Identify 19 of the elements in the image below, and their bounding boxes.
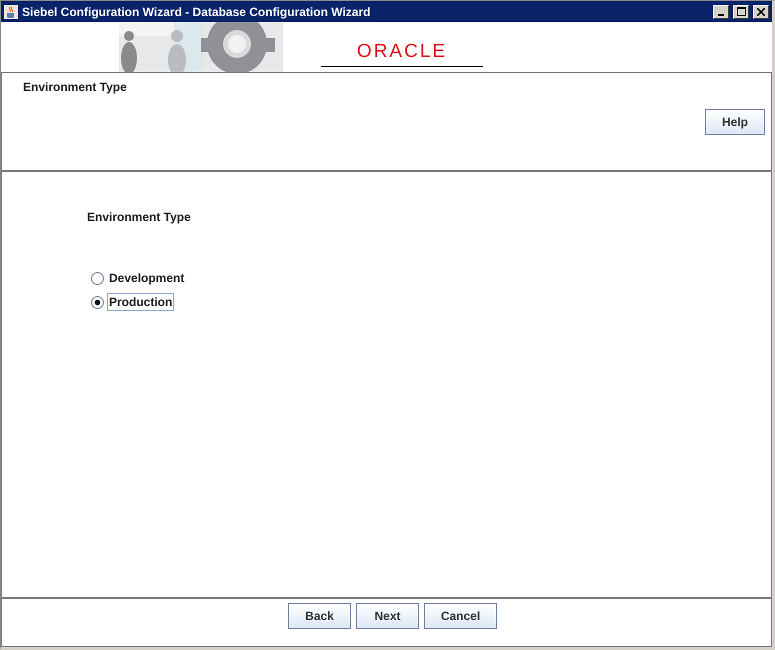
maximize-button[interactable] [733, 4, 749, 18]
radio-button[interactable] [91, 272, 104, 284]
wizard-button[interactable]: Cancel [424, 603, 497, 629]
maximize-icon [736, 7, 746, 16]
close-button[interactable] [753, 4, 769, 18]
radio-label[interactable]: Production [107, 293, 174, 311]
wizard-button[interactable]: Next [356, 603, 419, 629]
help-button[interactable]: Help [705, 109, 765, 135]
minimize-button[interactable] [713, 4, 729, 18]
minimize-icon [718, 14, 724, 16]
coffee-cup-icon [4, 4, 18, 18]
logo: ORACLE [321, 22, 483, 67]
radio-button[interactable] [91, 296, 104, 308]
wizard-button[interactable]: Back [288, 603, 351, 629]
radio-label[interactable]: Development [107, 269, 186, 287]
window-title: Siebel Configuration Wizard - Database Configuration Wizard [22, 4, 372, 18]
page-title: Environment Type [23, 80, 128, 94]
close-icon [757, 8, 765, 16]
section-heading: Environment Type [87, 210, 192, 224]
